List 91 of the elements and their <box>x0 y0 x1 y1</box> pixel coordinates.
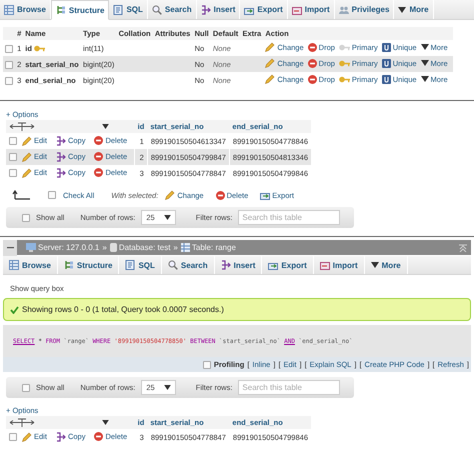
table-icon <box>4 4 14 14</box>
key-icon <box>338 42 350 52</box>
insert-icon <box>220 260 231 270</box>
caret-down-icon <box>102 124 109 129</box>
double-caret-up-icon <box>459 244 467 252</box>
minus-circle-icon <box>94 168 104 177</box>
column-arrows-icon <box>9 418 35 427</box>
corner-arrow-icon <box>12 190 30 200</box>
structure-icon <box>64 260 74 270</box>
tab[interactable]: Privileges <box>334 0 394 19</box>
message-text: Showing rows 0 - 0 (1 total, Query took 0.0007 seconds.) <box>22 305 224 314</box>
caret-down-icon <box>164 215 171 220</box>
insert-icon <box>200 4 211 14</box>
key-icon <box>338 74 350 84</box>
copy-icon <box>56 136 66 146</box>
caret-down-icon <box>420 60 429 66</box>
minus-circle-icon <box>94 136 104 145</box>
checkbox[interactable] <box>202 360 211 368</box>
export-icon <box>260 190 270 200</box>
index-icon <box>382 74 391 84</box>
tab[interactable]: More <box>364 256 408 274</box>
caret-down-icon <box>420 44 429 50</box>
minus-circle-icon <box>216 190 225 200</box>
checkbox[interactable] <box>9 152 17 160</box>
server-icon <box>26 243 36 252</box>
document-icon <box>125 260 136 270</box>
caret-down-icon <box>370 262 379 268</box>
users-icon <box>338 4 349 14</box>
checkbox[interactable] <box>48 191 56 199</box>
tab[interactable]: Insert <box>214 256 262 274</box>
import-icon <box>320 260 330 270</box>
index-icon <box>382 42 391 52</box>
export-icon <box>268 260 278 270</box>
breadcrumb-separator: » <box>173 243 178 252</box>
tab[interactable]: Export <box>240 0 288 19</box>
document-icon <box>113 4 124 14</box>
pencil-icon <box>22 432 32 442</box>
search-icon <box>168 260 178 270</box>
checkbox[interactable] <box>9 168 17 176</box>
tab[interactable]: Browse <box>3 256 58 274</box>
caret-down-icon <box>398 6 406 12</box>
tab[interactable]: Structure <box>58 256 120 274</box>
filter-field[interactable]: Search this table <box>238 380 340 395</box>
minus-circle-icon <box>94 432 104 441</box>
table-icon <box>180 243 190 252</box>
checkbox[interactable] <box>5 76 13 84</box>
minus-circle-icon <box>308 42 317 52</box>
caret-down-icon <box>420 76 429 82</box>
structure-icon <box>56 5 66 15</box>
tab[interactable]: Import <box>314 256 365 274</box>
tab[interactable]: Structure <box>50 0 110 20</box>
index-icon <box>382 58 391 68</box>
pencil-icon <box>165 190 176 200</box>
pencil-icon <box>265 42 276 52</box>
tab[interactable]: Import <box>288 0 335 19</box>
collapse-button[interactable] <box>3 240 17 256</box>
table-icon <box>9 260 19 270</box>
tab[interactable]: Insert <box>196 0 240 19</box>
checkbox[interactable] <box>9 432 17 440</box>
checkbox[interactable] <box>5 60 13 68</box>
check-icon <box>10 306 19 314</box>
minus-circle-icon <box>308 74 317 84</box>
tab[interactable]: Search <box>162 256 215 274</box>
copy-icon <box>56 168 66 178</box>
caret-down-icon <box>164 385 171 390</box>
minus-icon <box>6 246 14 248</box>
tab[interactable]: Search <box>148 0 197 19</box>
filter-field[interactable]: Search this table <box>238 210 340 225</box>
pencil-icon <box>265 74 276 84</box>
checkbox[interactable] <box>22 214 30 222</box>
key-icon <box>338 58 350 68</box>
minus-circle-icon <box>94 152 104 161</box>
tab[interactable]: SQL <box>109 0 148 19</box>
checkbox[interactable] <box>5 44 13 52</box>
tab[interactable]: SQL <box>119 256 162 274</box>
tab[interactable]: More <box>394 0 434 19</box>
breadcrumb-separator: » <box>102 243 107 252</box>
column-arrows-icon <box>9 122 35 131</box>
database-icon <box>110 243 117 252</box>
tab[interactable]: Browse <box>0 0 51 19</box>
caret-down-icon <box>102 420 109 425</box>
search-icon <box>152 4 162 14</box>
checkbox[interactable] <box>22 384 30 392</box>
key-icon <box>34 44 45 52</box>
copy-icon <box>56 152 66 162</box>
minus-circle-icon <box>308 58 317 68</box>
import-icon <box>292 4 302 14</box>
copy-icon <box>56 432 66 442</box>
pencil-icon <box>265 58 276 68</box>
checkbox[interactable] <box>9 136 17 144</box>
tab[interactable]: Export <box>262 256 314 274</box>
